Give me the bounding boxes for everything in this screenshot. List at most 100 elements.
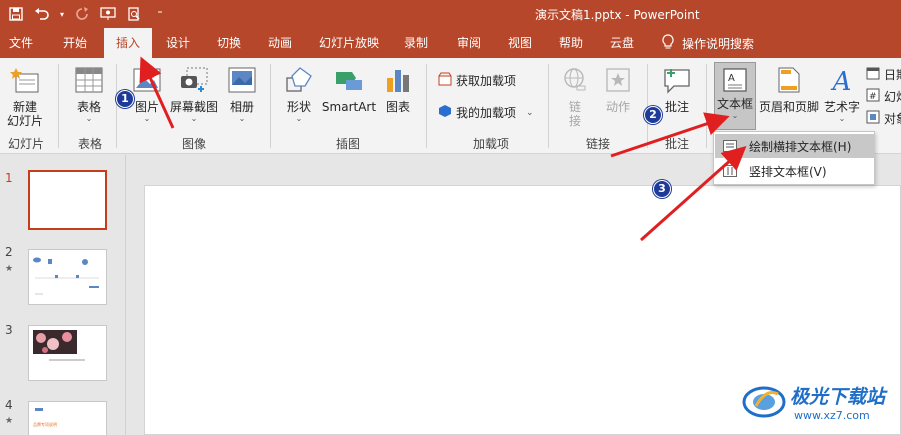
object-icon (866, 110, 880, 127)
group-label-tables: 表格 (77, 137, 102, 151)
watermark-title: 极光下载站 (790, 386, 886, 408)
album-button[interactable]: 相册 ⌄ (223, 66, 261, 124)
table-icon (70, 66, 108, 100)
chart-button[interactable]: 图表 (380, 66, 416, 114)
new-slide-button[interactable]: 新建 幻灯片 (2, 66, 48, 128)
get-addins-button[interactable]: 获取加载项 (438, 72, 516, 89)
tell-me-label: 操作说明搜索 (682, 36, 755, 51)
watermark-url: www.xz7.com (794, 409, 870, 422)
horizontal-textbox-icon (723, 140, 737, 152)
slide-2-diagram (33, 257, 99, 295)
tab-slideshow[interactable]: 幻灯片放映 (315, 28, 383, 58)
chevron-down-icon: ⌄ (526, 107, 534, 118)
title-bar: ▾ ⁼ 演示文稿1.pptx - PowerPoint (0, 0, 901, 28)
store-icon (438, 72, 452, 89)
watermark: 极光下载站 www.xz7.com (738, 378, 898, 426)
group-label-slides: 幻灯片 (7, 137, 44, 151)
slide-thumbnail-2[interactable] (28, 249, 107, 305)
screenshot-icon (168, 66, 220, 100)
slide-thumbnail-3[interactable] (28, 325, 107, 381)
chevron-down-icon: ⌄ (238, 114, 246, 123)
wordart-button[interactable]: A 艺术字 ⌄ (822, 66, 862, 124)
menu-tabs: 文件 开始 插入 设计 切换 动画 幻灯片放映 录制 审阅 视图 帮助 云盘 操… (0, 28, 901, 58)
quick-access-toolbar: ▾ ⁼ (6, 3, 170, 25)
slide-4-bar (35, 408, 43, 411)
watermark-logo (742, 386, 786, 418)
my-addins-button[interactable]: 我的加载项 ⌄ (438, 104, 534, 121)
panel-splitter[interactable] (125, 155, 133, 435)
redo-icon[interactable] (72, 4, 92, 24)
shapes-icon (280, 66, 318, 100)
chart-icon (380, 66, 416, 100)
slide-thumbnail-1[interactable] (28, 170, 107, 230)
slide-number-2: 2 (5, 245, 13, 259)
link-globe-icon (558, 66, 592, 100)
group-label-comments: 批注 (664, 137, 689, 151)
textbox-button[interactable]: A 文本框 ⌄ (714, 62, 756, 130)
tab-file[interactable]: 文件 (6, 28, 36, 58)
table-button[interactable]: 表格 ⌄ (70, 66, 108, 124)
tab-record[interactable]: 录制 (398, 28, 434, 58)
chevron-down-icon: ⌄ (295, 114, 303, 123)
vertical-textbox-item[interactable]: 竖排文本框(V) (715, 159, 875, 183)
print-preview-icon[interactable] (124, 4, 144, 24)
tab-design[interactable]: 设计 (160, 28, 196, 58)
comment-button[interactable]: 批注 (658, 66, 696, 114)
group-label-illustrations: 插图 (335, 137, 360, 151)
chevron-down-icon: ⌄ (85, 114, 93, 123)
shapes-button[interactable]: 形状 ⌄ (280, 66, 318, 124)
svg-text:A: A (728, 73, 735, 84)
undo-dropdown-icon[interactable]: ▾ (58, 4, 66, 24)
album-icon (223, 66, 261, 100)
present-from-start-icon[interactable] (98, 4, 118, 24)
group-separator (706, 64, 707, 148)
svg-text:#: # (869, 92, 877, 102)
screenshot-button[interactable]: 屏幕截图 ⌄ (168, 66, 220, 124)
smartart-button[interactable]: SmartArt (320, 66, 378, 114)
tab-view[interactable]: 视图 (502, 28, 538, 58)
tab-help[interactable]: 帮助 (553, 28, 589, 58)
calendar-icon (866, 66, 880, 83)
tab-home[interactable]: 开始 (57, 28, 93, 58)
animation-star-icon: ★ (5, 264, 14, 274)
tab-review[interactable]: 审阅 (451, 28, 487, 58)
chevron-down-icon: ⌄ (731, 111, 739, 120)
header-footer-icon (758, 66, 820, 100)
customize-qat-icon[interactable]: ⁼ (150, 4, 170, 24)
slide-number-button[interactable]: # 幻灯 (866, 88, 901, 105)
group-separator (548, 64, 549, 148)
slide-3-photo (33, 330, 85, 361)
animation-star-icon: ★ (5, 416, 14, 426)
slide-number-3: 3 (5, 323, 13, 337)
header-footer-button[interactable]: 页眉和页脚 (758, 66, 820, 114)
save-icon[interactable] (6, 4, 26, 24)
action-star-icon (600, 66, 636, 100)
group-label-addins: 加载项 (472, 137, 509, 151)
date-time-button[interactable]: 日期 (866, 66, 901, 83)
textbox-dropdown-menu: 绘制横排文本框(H) 竖排文本框(V) (713, 131, 875, 185)
step-badge-1: 1 (116, 90, 134, 108)
object-button[interactable]: 对象 (866, 110, 901, 127)
chevron-down-icon: ⌄ (143, 114, 151, 123)
smartart-icon (320, 66, 378, 100)
slide-thumbnail-panel: 1 2 ★ 3 4 ★ 品牌专项说明 (0, 155, 125, 435)
chevron-down-icon: ⌄ (190, 114, 198, 123)
group-separator (116, 64, 117, 148)
tab-transitions[interactable]: 切换 (211, 28, 247, 58)
undo-icon[interactable] (32, 4, 52, 24)
picture-button[interactable]: 图片 ⌄ (128, 66, 166, 124)
action-button[interactable]: 动作 (600, 66, 636, 114)
tab-cloud[interactable]: 云盘 (604, 28, 640, 58)
draw-horizontal-textbox-item[interactable]: 绘制横排文本框(H) (715, 134, 875, 158)
tell-me-search[interactable]: 操作说明搜索 (662, 28, 754, 58)
tab-animations[interactable]: 动画 (262, 28, 298, 58)
link-button[interactable]: 链 接 (558, 66, 592, 128)
wordart-icon: A (832, 67, 852, 97)
slide-number-4: 4 (5, 398, 13, 412)
group-separator (426, 64, 427, 148)
group-separator (58, 64, 59, 148)
slide-4-text: 品牌专项说明 (33, 422, 57, 427)
group-label-links: 链接 (585, 137, 610, 151)
slide-thumbnail-4[interactable]: 品牌专项说明 (28, 401, 107, 435)
tab-insert[interactable]: 插入 (104, 28, 152, 58)
